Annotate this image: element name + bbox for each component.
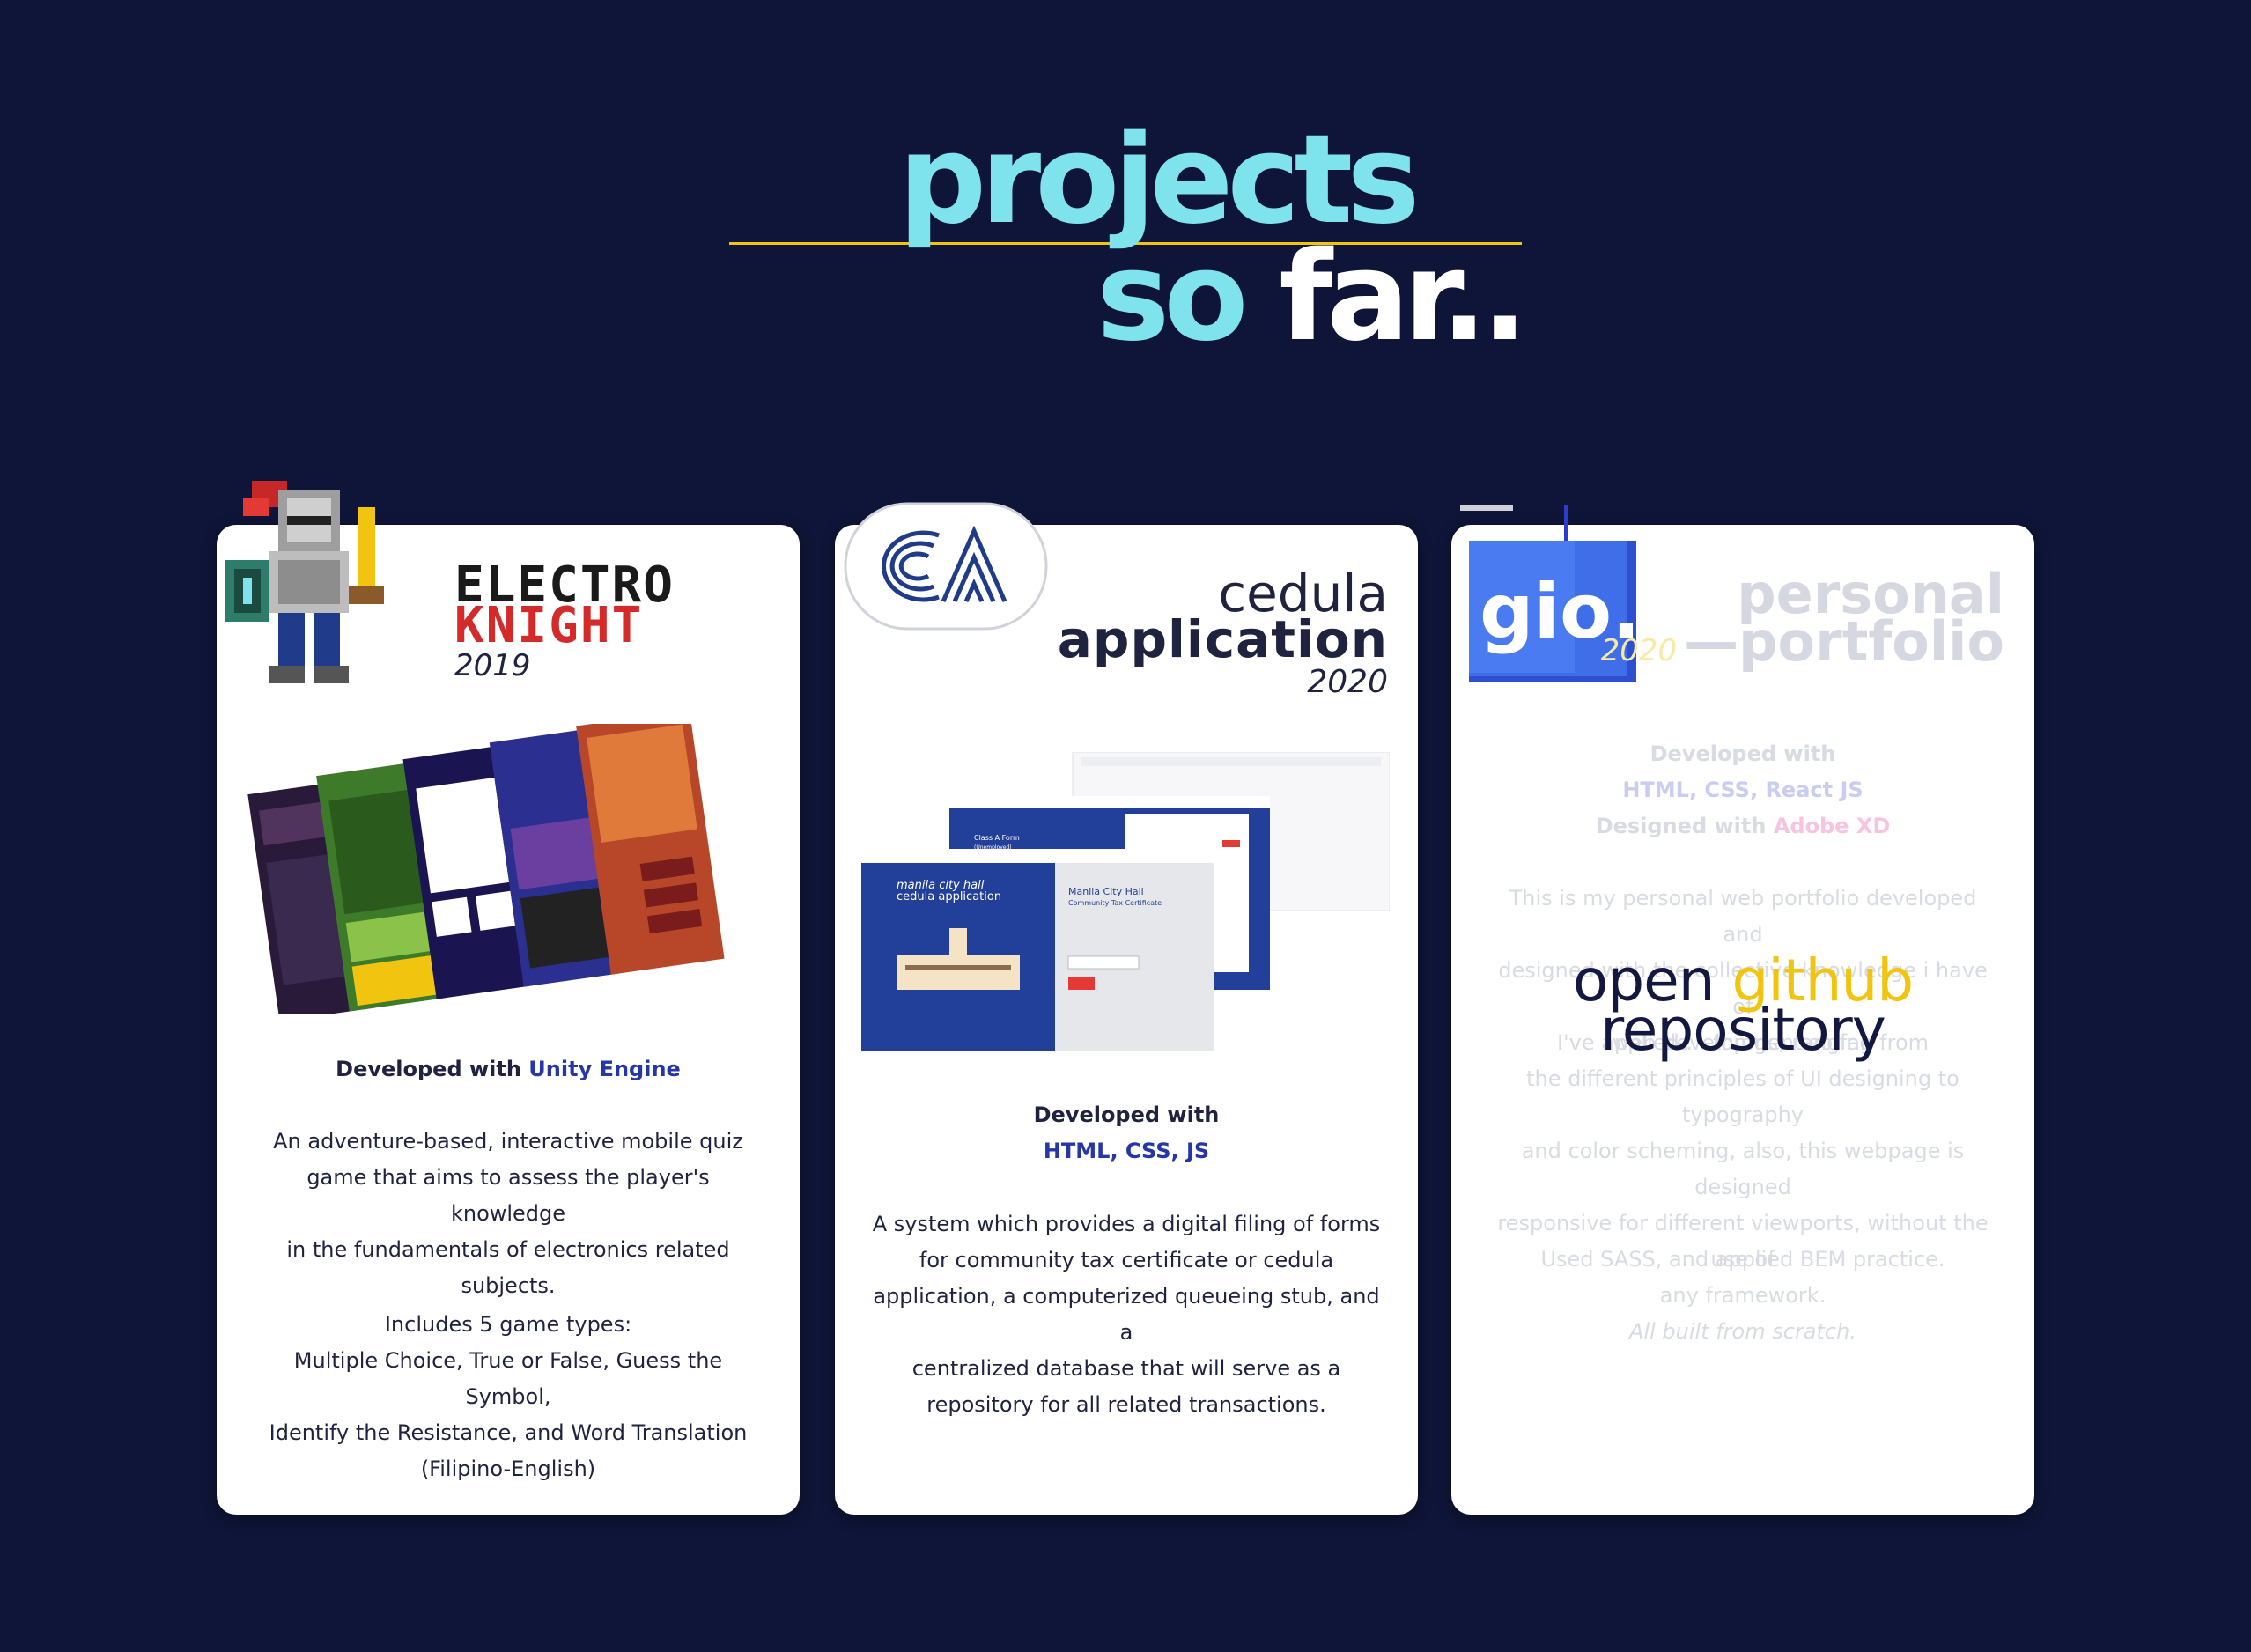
description-line: An adventure-based, interactive mobile q… (273, 1129, 743, 1154)
title-portfolio-line: 2020 —portfolio (1600, 615, 2004, 675)
developed-with-label: Developed with (336, 1057, 529, 1081)
description-line: subjects. (461, 1273, 556, 1298)
title-portfolio: —portfolio (1684, 609, 2004, 674)
description-line: and color scheming, also, this webpage i… (1521, 1139, 1965, 1199)
heading-so: so (1096, 225, 1280, 369)
game-types-heading: Includes 5 game types: (384, 1312, 632, 1337)
description-line: in the fundamentals of electronics relat… (286, 1237, 730, 1262)
tech-stack-text: HTML, CSS, React JS (1622, 778, 1864, 802)
scratch-note: All built from scratch. (1629, 1319, 1856, 1344)
design-tool-text: Adobe XD (1773, 814, 1891, 838)
mock-panel-title: Manila City Hall (1068, 886, 1144, 897)
description-line: repository for all related transactions. (926, 1392, 1326, 1417)
description-line: the different principles of UI designing… (1526, 1066, 1959, 1127)
tech-stack-text: HTML, CSS, JS (1043, 1139, 1210, 1163)
project-card-electro-knight[interactable]: ELECTRO KNIGHT 2019 Developed with Unity… (217, 481, 800, 1515)
game-types-line: Identify the Resistance, and Word Transl… (269, 1420, 748, 1445)
section-heading: projects so far.. (0, 0, 2251, 370)
title-application: application (1057, 609, 1388, 669)
ca-logo-icon (844, 502, 1048, 631)
project-year: 2020 (1600, 633, 1678, 668)
developed-with-line: Developed with Unity Engine (252, 1051, 764, 1088)
description-line: application, a computerized queueing stu… (873, 1284, 1380, 1345)
overlay-repository: repository (1600, 996, 1886, 1064)
electro-knight-title: ELECTRO KNIGHT 2019 (454, 561, 789, 684)
developed-with-label: Developed with (1033, 1103, 1220, 1127)
cedula-title: cedula application 2020 (1057, 568, 1388, 703)
open-github-repository-link[interactable]: open github repository (1451, 952, 2034, 1064)
designed-with-label: Designed with (1595, 814, 1774, 838)
project-description: A system which provides a digital filing… (870, 1206, 1383, 1423)
developed-with-line: Developed with HTML, CSS, JS (870, 1097, 1383, 1169)
game-types-line: Multiple Choice, True or False, Guess th… (293, 1348, 723, 1409)
project-card-cedula-application[interactable]: cedula application 2020 Class A Form (Un… (835, 502, 1418, 1515)
description-line: centralized database that will serve as … (911, 1356, 1341, 1381)
portfolio-title: personal 2020 —portfolio (1600, 567, 2004, 675)
tech-stack-text: Unity Engine (528, 1057, 681, 1081)
mock-form-title: Class A Form (974, 834, 1020, 842)
description-line: This is my personal web portfolio develo… (1509, 886, 1977, 947)
description-line: any framework. (1659, 1283, 1827, 1308)
heading-line2: so far.. (1096, 236, 1528, 359)
developed-with-label: Developed with (1650, 741, 1836, 766)
project-description: An adventure-based, interactive mobile q… (252, 1124, 764, 1304)
mock-app-name: cedula application (897, 890, 1001, 903)
description-line: game that aims to assess the player's kn… (306, 1165, 710, 1226)
developed-with-block: Developed with HTML, CSS, React JS Desig… (1487, 736, 1999, 844)
description-line: for community tax certificate or cedula (919, 1248, 1334, 1272)
game-types-line: (Filipino-English) (420, 1457, 596, 1481)
mock-panel-subtitle: Community Tax Certificate (1068, 899, 1162, 907)
web-app-screens-image: Class A Form (Unemployed) manila city ha… (861, 752, 1390, 1051)
practice-note: Used SASS, and applied BEM practice. (1540, 1247, 1945, 1272)
description-line: A system which provides a digital filing… (872, 1212, 1381, 1236)
designed-with-line: Designed with Adobe XD (1487, 808, 1999, 844)
game-screens-image (247, 724, 725, 1014)
heading-line1: projects (898, 108, 1421, 252)
game-types: Includes 5 game types: Multiple Choice, … (252, 1307, 764, 1487)
heading-far: far.. (1279, 225, 1528, 369)
project-card-personal-portfolio[interactable]: gio. personal 2020 —portfolio Developed w… (1451, 505, 2034, 1515)
pixel-knight-icon (225, 481, 384, 683)
title-knight: KNIGHT (454, 597, 644, 654)
